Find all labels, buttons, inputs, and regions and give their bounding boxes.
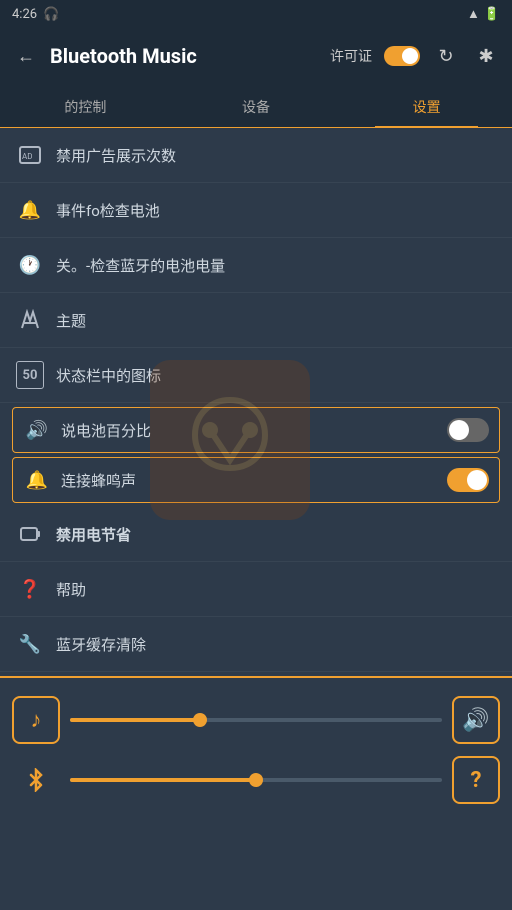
help-button[interactable]: ? (452, 756, 500, 804)
volume-row: ♪ 🔊 (12, 696, 500, 744)
clock-icon: 🕐 (16, 251, 44, 279)
battery-save-icon (16, 520, 44, 548)
bt-thumb (249, 773, 263, 787)
help-icon: ❓ (16, 575, 44, 603)
theme-icon (16, 306, 44, 334)
bluetooth-icon[interactable]: ✱ (472, 42, 500, 70)
battery-check-label: 关。-检查蓝牙的电池电量 (56, 255, 496, 276)
status-left: 4:26 🎧 (12, 7, 59, 22)
list-item[interactable]: 🔔 事件fo检查电池 (0, 183, 512, 238)
speaker-icon: 🔊 (23, 416, 51, 444)
bell-icon: 🔔 (23, 466, 51, 494)
battery-pct-label: 说电池百分比 (61, 420, 437, 441)
statusbar-icon: 50 (16, 361, 44, 389)
music-note-icon: ♪ (31, 707, 42, 733)
list-item: 禁用电节省 (0, 507, 512, 562)
volume-fill (70, 718, 200, 722)
back-button[interactable]: ← (12, 42, 40, 70)
ads-label: 禁用广告展示次数 (56, 145, 496, 166)
connect-beep-label: 连接蜂鸣声 (61, 470, 437, 491)
connect-beep-toggle[interactable] (447, 468, 489, 492)
tab-settings[interactable]: 设置 (341, 97, 512, 127)
settings-list: AD 禁用广告展示次数 🔔 事件fo检查电池 🕐 关。-检查蓝牙的电池电量 主题 (0, 128, 512, 676)
permission-label: 许可证 (330, 46, 372, 66)
help-question-icon: ? (471, 768, 482, 793)
bt-slider-container[interactable] (70, 778, 442, 782)
volume-thumb (193, 713, 207, 727)
status-right: ▲ 🔋 (467, 6, 500, 22)
connect-beep-row[interactable]: 🔔 连接蜂鸣声 (12, 457, 500, 503)
tab-devices[interactable]: 设备 (171, 97, 342, 127)
theme-label: 主题 (56, 310, 496, 331)
headphone-icon: 🎧 (43, 7, 59, 22)
wifi-icon: ▲ (467, 6, 480, 22)
volume-icon: 🔊 (462, 708, 489, 733)
wrench-icon: 🔧 (16, 630, 44, 658)
list-item[interactable]: AD 禁用广告展示次数 (0, 128, 512, 183)
top-bar: ← Bluetooth Music 许可证 ↻ ✱ (0, 28, 512, 84)
permission-toggle[interactable] (384, 46, 420, 66)
status-bar: 4:26 🎧 ▲ 🔋 (0, 0, 512, 28)
bt-fill (70, 778, 256, 782)
top-bar-actions: 许可证 ↻ ✱ (330, 42, 500, 70)
status-time: 4:26 (12, 7, 37, 22)
page-title: Bluetooth Music (50, 44, 320, 68)
list-item[interactable]: ❓ 帮助 (0, 562, 512, 617)
help-label: 帮助 (56, 579, 496, 600)
volume-slider-container[interactable] (70, 718, 442, 722)
cache-label: 蓝牙缓存清除 (56, 634, 496, 655)
battery-pct-toggle[interactable] (447, 418, 489, 442)
volume-slider[interactable] (70, 718, 442, 722)
music-note-button[interactable]: ♪ (12, 696, 60, 744)
event-icon: 🔔 (16, 196, 44, 224)
list-item[interactable]: 主题 (0, 293, 512, 348)
list-item[interactable]: 🔧 蓝牙缓存清除 (0, 617, 512, 672)
volume-button[interactable]: 🔊 (452, 696, 500, 744)
list-item[interactable]: 50 状态栏中的图标 (0, 348, 512, 403)
refresh-button[interactable]: ↻ (432, 42, 460, 70)
bt-slider[interactable] (70, 778, 442, 782)
bluetooth-player-icon (12, 756, 60, 804)
statusbar-label: 状态栏中的图标 (56, 365, 496, 386)
svg-text:AD: AD (22, 152, 32, 161)
settings-scroll[interactable]: AD 禁用广告展示次数 🔔 事件fo检查电池 🕐 关。-检查蓝牙的电池电量 主题 (0, 128, 512, 676)
bottom-player: ♪ 🔊 ? (0, 678, 512, 828)
tab-bar: 的控制 设备 设置 (0, 84, 512, 128)
battery-save-label: 禁用电节省 (56, 524, 496, 545)
list-item[interactable]: 🕐 关。-检查蓝牙的电池电量 (0, 238, 512, 293)
bluetooth-row: ? (12, 756, 500, 804)
ads-icon: AD (16, 141, 44, 169)
battery-icon: 🔋 (484, 7, 500, 22)
event-label: 事件fo检查电池 (56, 200, 496, 221)
battery-pct-row[interactable]: 🔊 说电池百分比 (12, 407, 500, 453)
tab-controls[interactable]: 的控制 (0, 97, 171, 127)
